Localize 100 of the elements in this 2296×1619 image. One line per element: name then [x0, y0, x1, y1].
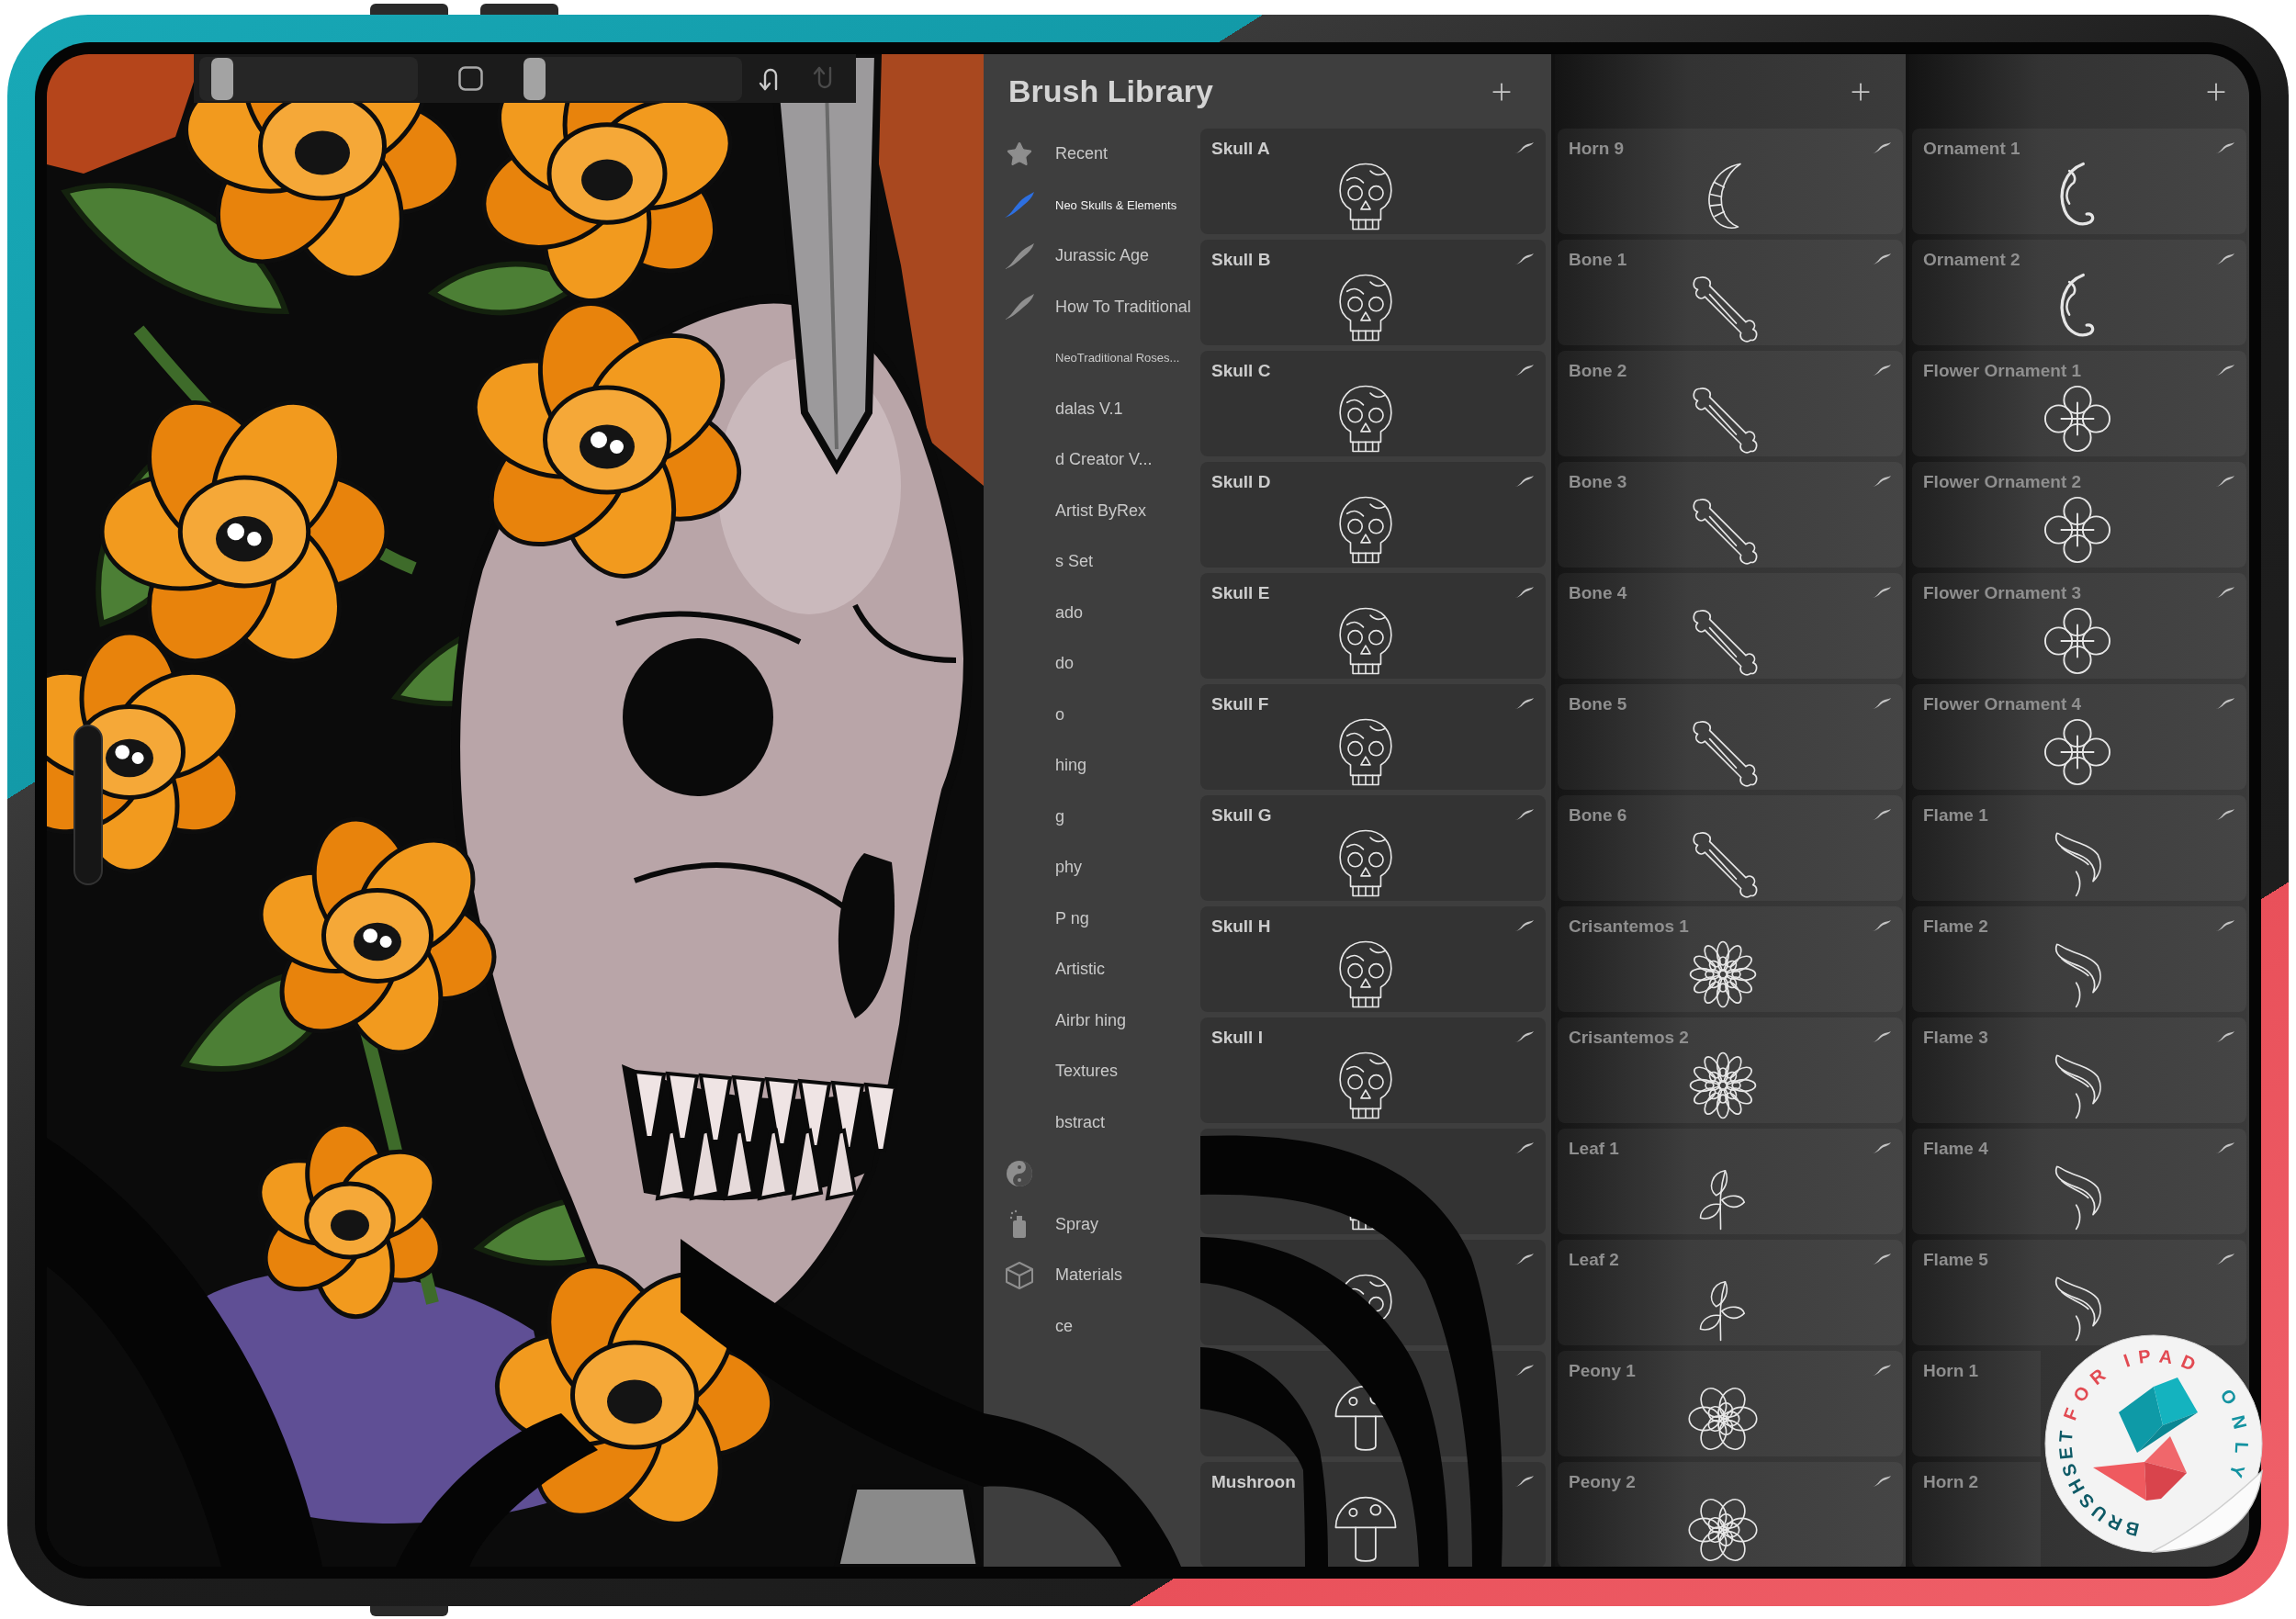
brush-set-item[interactable]: do [984, 638, 1200, 690]
brush-stroke-icon [1514, 1364, 1535, 1377]
brush-card[interactable]: Bone 5 [1558, 684, 1903, 790]
flower-ornament-icon [2043, 384, 2112, 454]
brush-card[interactable]: Leaf 2 [1558, 1240, 1903, 1345]
slider-thumb[interactable] [523, 57, 546, 100]
flower-ornament-icon [2043, 495, 2112, 565]
brush-size-slider[interactable] [199, 56, 418, 101]
slider-thumb[interactable] [210, 57, 233, 100]
brush-set-item[interactable]: dalas V.1 [984, 383, 1200, 434]
brush-set-item[interactable]: bstract [984, 1096, 1200, 1148]
opacity-slider[interactable] [523, 56, 742, 101]
brush-set-item[interactable]: Materials [984, 1250, 1200, 1301]
brush-stroke-icon [1514, 808, 1535, 821]
brush-card[interactable]: Bone 2 [1558, 351, 1903, 456]
brush-card[interactable]: Flame 4 [1912, 1129, 2246, 1234]
brush-card[interactable]: Skull I [1200, 1017, 1546, 1123]
brush-card[interactable]: Ornament 2 [1912, 240, 2246, 345]
brush-stroke-icon [1872, 364, 1892, 377]
brush-card[interactable]: Peony 2 [1558, 1462, 1903, 1567]
brush-set-item[interactable]: Recent [984, 129, 1200, 180]
brush-stroke-icon [1872, 1475, 1892, 1488]
brush-card[interactable]: Peony 1 [1558, 1351, 1903, 1456]
brush-card[interactable]: Horn 1 [1912, 1351, 2041, 1456]
brush-stroke-icon [2215, 253, 2235, 265]
chrysanthemum-sketch-icon [1688, 1051, 1758, 1120]
brush-set-item[interactable]: ce [984, 1300, 1200, 1352]
brush-stroke-icon [1514, 1030, 1535, 1043]
brush-stroke-icon [1872, 808, 1892, 821]
brush-stroke-icon [1872, 1141, 1892, 1154]
brush-card[interactable]: Leaf 1 [1558, 1129, 1903, 1234]
brush-card[interactable]: Flower Ornament 2 [1912, 462, 2246, 568]
brush-stroke-icon [1514, 1253, 1535, 1265]
brush-set-item[interactable]: g [984, 791, 1200, 842]
brush-stroke-icon [1872, 141, 1892, 154]
brush-stroke-icon [1514, 364, 1535, 377]
brush-card[interactable]: Flower Ornament 1 [1912, 351, 2246, 456]
brush-set-item[interactable]: s Set [984, 536, 1200, 588]
brush-card[interactable]: Flower Ornament 3 [1912, 573, 2246, 679]
brush-stroke-icon [2215, 1253, 2235, 1265]
brush-card[interactable]: Horn 2 [1912, 1462, 2041, 1567]
brush-stroke-icon [2215, 475, 2235, 488]
brush-stroke-icon [2215, 919, 2235, 932]
brush-stroke-icon [1004, 293, 1035, 321]
brush-card[interactable]: Skull G [1200, 795, 1546, 901]
brush-card[interactable]: Skull E [1200, 573, 1546, 679]
brush-set-item[interactable]: Textures [984, 1046, 1200, 1097]
brush-card[interactable]: Flame 3 [1912, 1017, 2246, 1123]
brush-stroke-icon [2215, 141, 2235, 154]
brush-set-item[interactable]: NeoTraditional Roses... [984, 332, 1200, 384]
brush-set-item[interactable]: Jurassic Age [984, 230, 1200, 282]
brush-card[interactable]: Skull B [1200, 240, 1546, 345]
brush-card[interactable]: Skull H [1200, 906, 1546, 1012]
brush-stroke-icon [1514, 586, 1535, 599]
brush-set-item[interactable]: hing [984, 740, 1200, 792]
brush-card[interactable]: Horn 9 [1558, 129, 1903, 234]
brush-card[interactable]: Bone 1 [1558, 240, 1903, 345]
brush-set-item[interactable]: P ng [984, 893, 1200, 944]
brush-stroke-icon [1872, 253, 1892, 265]
brush-stroke-icon [1872, 586, 1892, 599]
brush-card[interactable]: Bone 6 [1558, 795, 1903, 901]
brush-stroke-icon [1514, 1141, 1535, 1154]
brush-card[interactable]: Skull C [1200, 351, 1546, 456]
brush-set-item[interactable]: ado [984, 587, 1200, 638]
brush-card[interactable]: Ornament 1 [1912, 129, 2246, 234]
star-icon [1006, 140, 1033, 168]
brush-card[interactable]: Crisantemos 2 [1558, 1017, 1903, 1123]
brush-set-item[interactable]: Artistic [984, 944, 1200, 995]
brush-card[interactable]: Bone 4 [1558, 573, 1903, 679]
brush-stroke-icon [2215, 364, 2235, 377]
cube-icon [1005, 1260, 1034, 1290]
brush-set-item[interactable]: phy [984, 842, 1200, 894]
brush-stroke-icon [1004, 191, 1035, 219]
brush-set-item[interactable]: Neo Skulls & Elements [984, 179, 1200, 230]
brush-stroke-icon [1514, 141, 1535, 154]
brush-card[interactable]: Flame 1 [1912, 795, 2246, 901]
square-icon[interactable] [458, 66, 483, 91]
brush-stroke-icon [2215, 697, 2235, 710]
brush-stroke-icon [2215, 1030, 2235, 1043]
brush-set-item[interactable]: Airbr hing [984, 995, 1200, 1046]
brush-stroke-icon [2215, 586, 2235, 599]
brush-set-item[interactable]: How To Traditional [984, 281, 1200, 332]
brush-card[interactable]: Skull A [1200, 129, 1546, 234]
brush-set-item[interactable]: Artist ByRex [984, 485, 1200, 536]
brush-card[interactable]: Flame 5 [1912, 1240, 2246, 1345]
flower-ornament-icon [2043, 606, 2112, 676]
brush-set-item[interactable]: d Creator V... [984, 434, 1200, 486]
brush-stroke-icon [1514, 919, 1535, 932]
brush-card[interactable]: Flower Ornament 4 [1912, 684, 2246, 790]
brush-card[interactable]: Flame 2 [1912, 906, 2246, 1012]
brush-card[interactable]: Skull D [1200, 462, 1546, 568]
chrysanthemum-sketch-icon [1688, 939, 1758, 1009]
brush-stroke-icon [2215, 808, 2235, 821]
brush-card[interactable]: Skull F [1200, 684, 1546, 790]
brush-stroke-icon [2215, 1141, 2235, 1154]
brush-set-item[interactable]: o [984, 689, 1200, 740]
brush-stroke-icon [1872, 697, 1892, 710]
brush-set-item[interactable]: Spray [984, 1198, 1200, 1250]
brush-card[interactable]: Crisantemos 1 [1558, 906, 1903, 1012]
brush-card[interactable]: Bone 3 [1558, 462, 1903, 568]
